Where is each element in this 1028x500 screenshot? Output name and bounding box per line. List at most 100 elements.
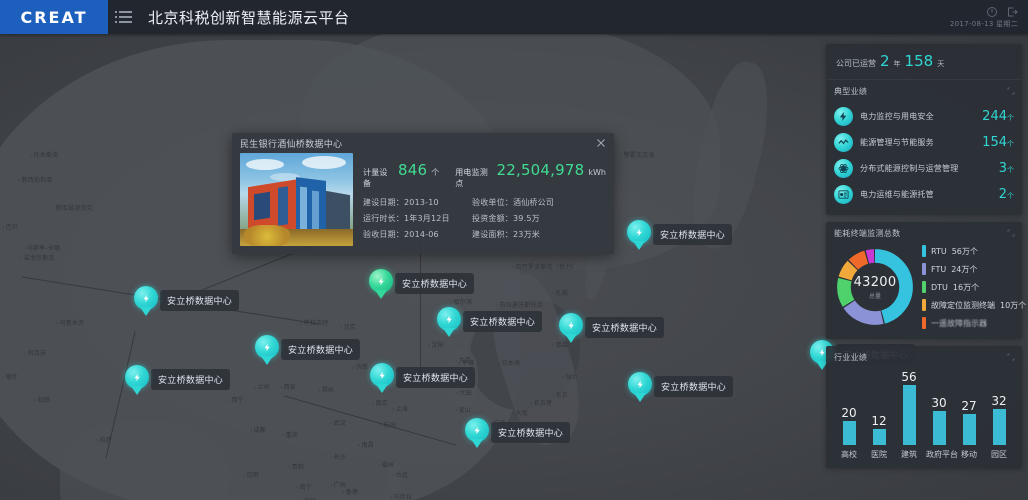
bolt-icon (133, 371, 142, 384)
map-place-label: 武汉 (330, 418, 346, 427)
popup-detail-grid: 建设日期：2013-10 验收单位：酒仙桥公司 运行时长：1年3月12日 投资金… (363, 197, 606, 240)
bar-rect (933, 411, 946, 445)
map-place-label: 新库兹涅茨克 (52, 203, 93, 212)
marker-pin-head (628, 372, 652, 396)
legend-swatch (922, 263, 926, 275)
map-place-label: 呼和浩特 (300, 318, 328, 327)
bar-value-label: 20 (841, 407, 856, 419)
expand-icon[interactable] (1007, 353, 1015, 361)
map-marker[interactable]: 安立桥数据中心 (134, 286, 239, 317)
expand-icon[interactable] (1007, 229, 1015, 237)
marker-pin[interactable] (369, 269, 393, 300)
kpi-unit: 个 (431, 167, 439, 178)
runtime-days: 158 (905, 52, 934, 70)
kpi-label: 用电监测点 (455, 167, 492, 189)
map-marker[interactable]: 安立桥数据中心 (125, 365, 230, 396)
detail-runtime: 运行时长：1年3月12日 (363, 213, 468, 224)
bar-column-2[interactable]: 56 (896, 371, 922, 445)
business-item-3[interactable]: 电力运维与能源托管2个 (834, 181, 1014, 207)
map-place-label: 名古屋 (530, 398, 552, 407)
bar-category-label: 园区 (986, 449, 1012, 460)
marker-pin[interactable] (370, 363, 394, 394)
marker-pin[interactable] (255, 335, 279, 366)
marker-pin[interactable] (465, 418, 489, 449)
industry-bar-chart[interactable]: 20 1256302732 (826, 367, 1022, 445)
topbar-right-cluster: 2017-08-13 星期二 (950, 0, 1028, 34)
detail-acceptance-date: 验收日期：2014-06 (363, 229, 468, 240)
marker-pin-head (369, 269, 393, 293)
map-place-label: 东京 (552, 390, 568, 399)
map-marker[interactable]: 安立桥数据中心 (370, 363, 475, 394)
marker-pin[interactable] (628, 372, 652, 403)
map-place-label: 巴尔 (2, 222, 18, 231)
list-menu-icon[interactable] (108, 0, 142, 34)
marker-pin-head (465, 418, 489, 442)
logout-icon[interactable] (1006, 6, 1018, 18)
bar-column-3[interactable]: 30 (926, 397, 952, 445)
business-item-0[interactable]: 电力监控与用电安全244个 (834, 103, 1014, 129)
bar-column-4[interactable]: 27 (956, 400, 982, 445)
marker-pin[interactable] (437, 307, 461, 338)
business-item-list: 电力监控与用电安全244个能源管理与节能服务154个分布式能源控制与运营管理3个… (826, 101, 1022, 215)
map-place-label: 诺戈尔斯克 (20, 253, 55, 262)
marker-pin-head (559, 313, 583, 337)
marker-label: 安立桥数据中心 (396, 367, 475, 388)
marker-pin-head (134, 286, 158, 310)
bar-rect (993, 409, 1006, 445)
business-item-2[interactable]: 分布式能源控制与运营管理3个 (834, 155, 1014, 181)
bolt-icon (378, 369, 387, 382)
map-marker[interactable]: 安立桥数据中心 (465, 418, 570, 449)
close-icon[interactable] (595, 137, 607, 149)
donut-legend-item-3[interactable]: 故障定位监测终端10万个 (922, 299, 1026, 311)
marker-pin[interactable] (627, 220, 651, 251)
donut-chart[interactable]: 43200 总量 (834, 246, 916, 328)
map-marker[interactable]: 安立桥数据中心 (628, 372, 733, 403)
map-place-label: 大阪 (512, 408, 528, 417)
kpi-label: 计量设备 (363, 167, 394, 189)
legend-value: 10万个 (1000, 300, 1026, 311)
map-border-line (420, 240, 421, 380)
marker-pin[interactable] (125, 365, 149, 396)
map-place-label: 成都 (250, 425, 266, 434)
popup-header: 民生银行酒仙桥数据中心 (232, 133, 614, 153)
donut-legend-item-1[interactable]: FTU24万个 (922, 263, 1026, 275)
bar-category-label: 建筑 (896, 449, 922, 460)
map-marker[interactable]: 安立桥数据中心 (559, 313, 664, 344)
bolt-icon (567, 319, 576, 332)
map-marker[interactable]: 安立桥数据中心 (627, 220, 732, 251)
map-marker[interactable]: 安立桥数据中心 (437, 307, 542, 338)
map-place-label: 台北 (392, 470, 408, 479)
donut-legend-item-2[interactable]: DTU16万个 (922, 281, 1026, 293)
business-item-1[interactable]: 能源管理与节能服务154个 (834, 129, 1014, 155)
expand-icon[interactable] (1007, 87, 1015, 95)
detail-investment: 投资金额：39.5万 (472, 213, 606, 224)
brand-logo[interactable]: CREAT (0, 0, 108, 34)
bar-column-1[interactable]: 12 (866, 415, 892, 445)
panel-title: 行业业绩 (834, 352, 867, 363)
bar-column-0[interactable]: 20 (836, 407, 862, 445)
donut-legend-item-0[interactable]: RTU56万个 (922, 245, 1026, 257)
map-place-label: 乌斯季-卡缅 (23, 243, 60, 252)
bar-rect (963, 414, 976, 445)
marker-pin[interactable] (559, 313, 583, 344)
map-place-label: 贵阳 (288, 462, 304, 471)
bar-category-label: 政府平台 (926, 449, 952, 460)
legend-label: DTU (931, 283, 948, 292)
marker-pin[interactable] (134, 286, 158, 317)
power-icon[interactable] (986, 6, 998, 18)
map-marker[interactable]: 安立桥数据中心 (255, 335, 360, 366)
bar-column-5[interactable]: 32 (986, 395, 1012, 445)
legend-swatch (922, 245, 926, 257)
marker-label: 安立桥数据中心 (463, 311, 542, 332)
kpi-unit: kWh (588, 168, 606, 177)
bolt-icon (142, 292, 151, 305)
marker-pin-head (255, 335, 279, 359)
bar-category-label: 移动 (956, 449, 982, 460)
panel-business-performance: 公司已运营 2 年 158 天 典型业绩 电力监控与用电安全244个能源管理与节… (826, 44, 1022, 215)
map-marker[interactable]: 安立桥数据中心 (369, 269, 474, 300)
donut-legend-item-4[interactable]: 一遥故障指示器 (922, 317, 1026, 329)
detail-build-date: 建设日期：2013-10 (363, 197, 468, 208)
marker-label: 安立桥数据中心 (653, 224, 732, 245)
business-item-value: 2个 (999, 187, 1014, 202)
legend-value: 56万个 (952, 246, 978, 257)
